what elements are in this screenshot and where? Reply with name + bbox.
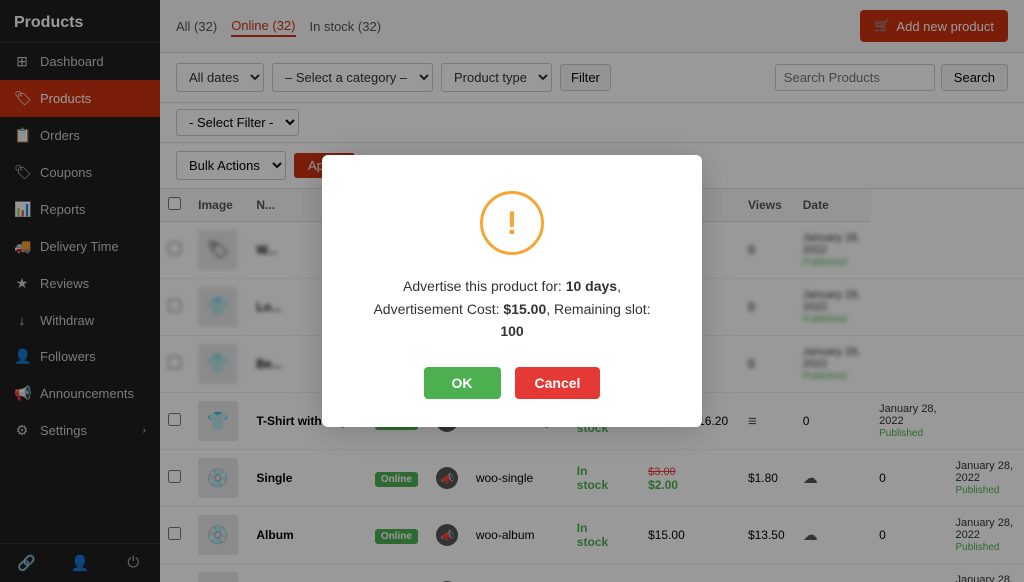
modal-slots: 100 (500, 323, 523, 339)
modal-message: Advertise this product for: 10 days, Adv… (362, 275, 662, 342)
modal-cost: $15.00 (503, 301, 546, 317)
modal-days: 10 days (566, 278, 617, 294)
modal-text-suffix: , Remaining slot: (546, 301, 650, 317)
modal-overlay: ! Advertise this product for: 10 days, A… (0, 0, 1024, 582)
modal-buttons: OK Cancel (362, 367, 662, 399)
modal-text-prefix: Advertise this product for: (403, 278, 566, 294)
exclamation-icon: ! (507, 207, 518, 239)
modal-ok-button[interactable]: OK (424, 367, 501, 399)
modal-cancel-button[interactable]: Cancel (515, 367, 601, 399)
advertise-modal: ! Advertise this product for: 10 days, A… (322, 155, 702, 426)
modal-warning-icon-wrap: ! (480, 191, 544, 255)
